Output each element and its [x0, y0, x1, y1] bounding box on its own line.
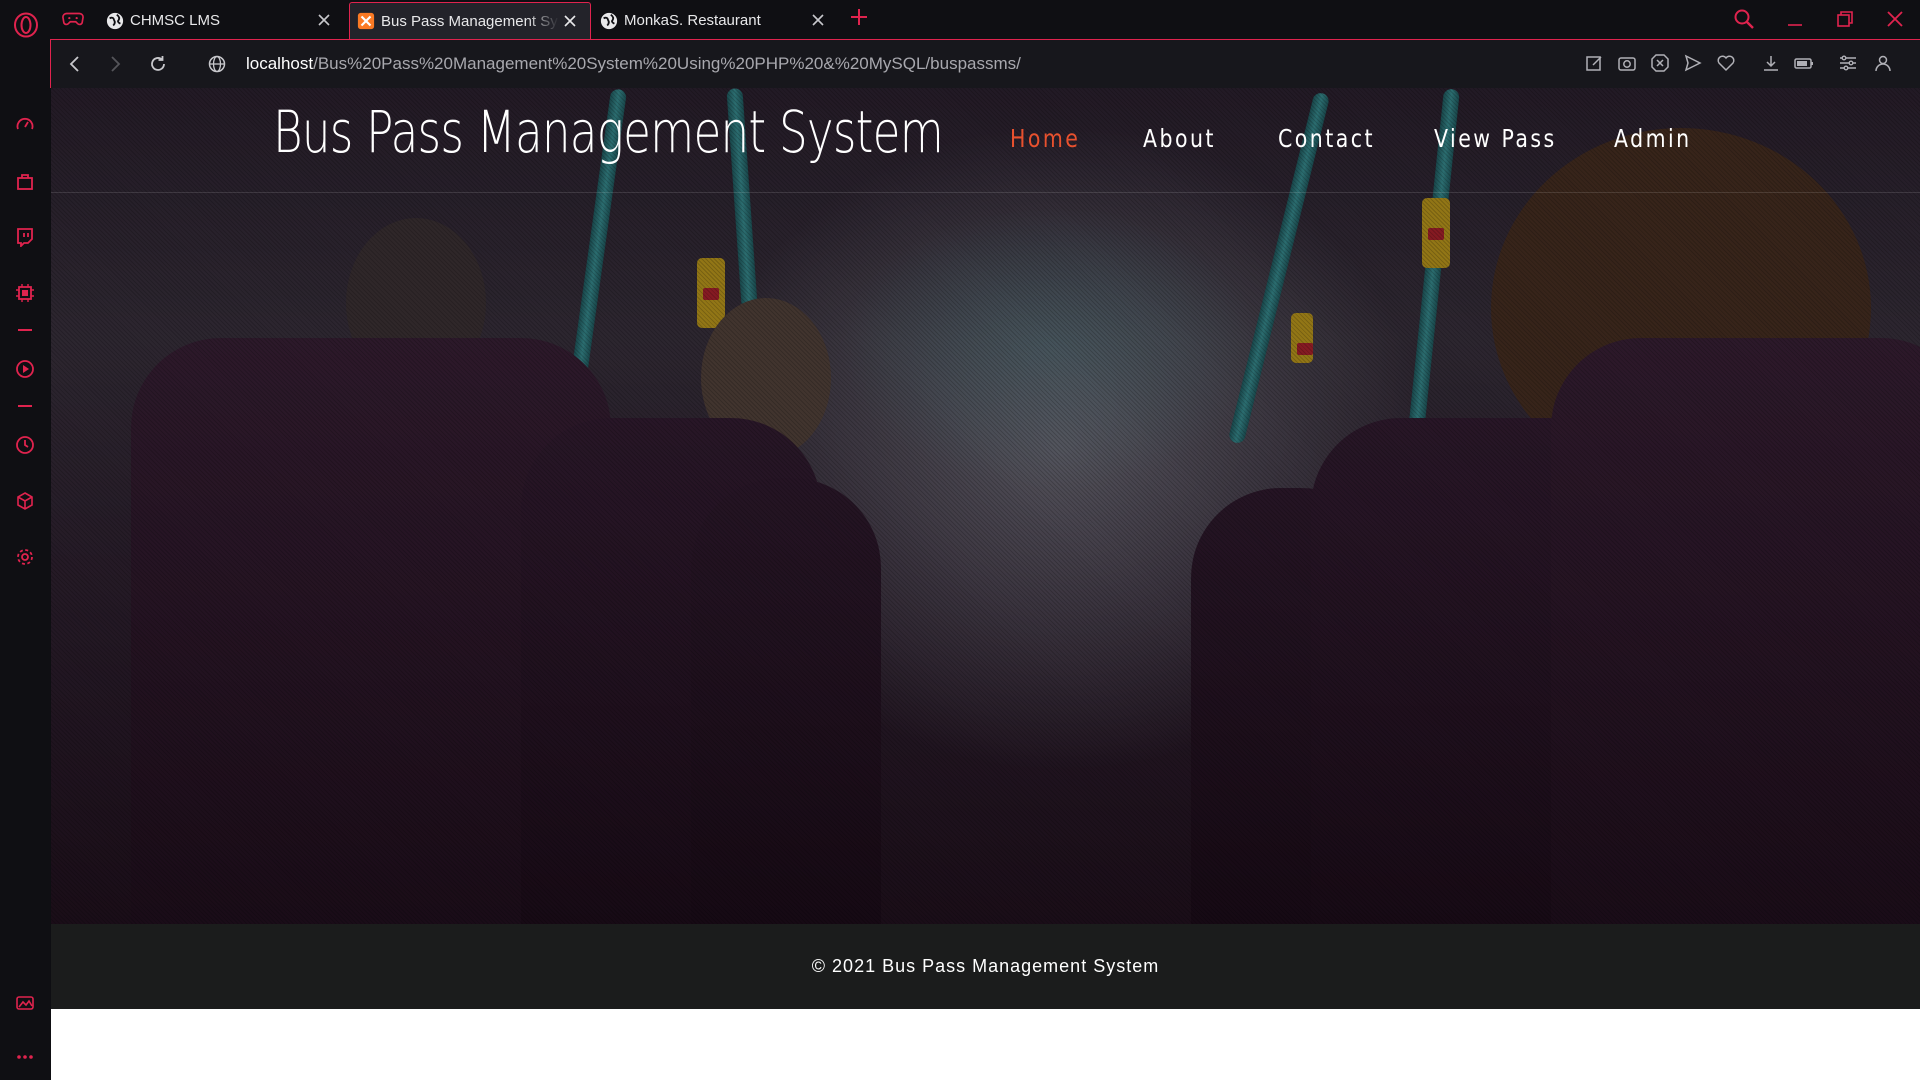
- settings-icon[interactable]: [14, 546, 36, 568]
- player-icon[interactable]: [14, 358, 36, 380]
- history-icon[interactable]: [14, 434, 36, 456]
- download-icon[interactable]: [1761, 53, 1781, 73]
- nav-view-pass[interactable]: View Pass: [1434, 124, 1557, 153]
- url-path: /Bus%20Pass%20Management%20System%20Usin…: [313, 54, 1021, 73]
- minimize-icon[interactable]: [1784, 8, 1806, 30]
- easy-setup-icon[interactable]: [1838, 53, 1858, 73]
- opera-logo-icon[interactable]: [13, 12, 39, 38]
- site-header: Bus Pass Management System Home About Co…: [51, 88, 1920, 193]
- twitch-icon[interactable]: [14, 226, 36, 248]
- tab-bus-pass-management[interactable]: Bus Pass Management System: [349, 2, 591, 39]
- bookmark-heart-icon[interactable]: [1716, 53, 1736, 73]
- globe-icon: [600, 12, 618, 29]
- restore-icon[interactable]: [1834, 8, 1856, 30]
- xampp-icon: [357, 12, 375, 30]
- close-window-icon[interactable]: [1884, 8, 1906, 30]
- more-icon[interactable]: [14, 1046, 36, 1068]
- send-icon[interactable]: [1683, 53, 1703, 73]
- back-icon[interactable]: [65, 54, 85, 74]
- game-controller-icon[interactable]: [14, 282, 36, 304]
- url-field[interactable]: localhost/Bus%20Pass%20Management%20Syst…: [246, 54, 1021, 74]
- hero-banner-image: Bus Pass Management System Home About Co…: [51, 88, 1920, 924]
- url-host: localhost: [246, 54, 314, 73]
- sidebar-separator: [18, 329, 32, 331]
- search-tabs-icon[interactable]: [1733, 8, 1755, 30]
- footer-copyright: © 2021 Bus Pass Management System: [811, 956, 1160, 976]
- extensions-icon[interactable]: [14, 490, 36, 512]
- nav-contact[interactable]: Contact: [1278, 124, 1375, 153]
- speed-dial-icon[interactable]: [14, 114, 36, 136]
- forward-icon[interactable]: [105, 54, 125, 74]
- tab-title: MonkaS. Restaurant: [624, 12, 761, 29]
- nav-home[interactable]: Home: [1010, 124, 1080, 153]
- shopping-bag-icon[interactable]: [14, 170, 36, 192]
- battery-icon[interactable]: [1794, 53, 1814, 73]
- nav-about[interactable]: About: [1143, 124, 1216, 153]
- nav-admin[interactable]: Admin: [1614, 124, 1692, 153]
- browser-sidebar: [0, 0, 50, 1080]
- close-tab-icon[interactable]: [562, 13, 578, 29]
- gamepad-icon[interactable]: [62, 9, 84, 29]
- tab-title: CHMSC LMS: [130, 12, 221, 29]
- tab-monkas-restaurant[interactable]: MonkaS. Restaurant: [600, 2, 838, 39]
- globe-icon: [106, 12, 124, 29]
- hero-overlay: [51, 88, 1920, 924]
- reload-icon[interactable]: [148, 54, 168, 74]
- address-bar: localhost/Bus%20Pass%20Management%20Syst…: [50, 39, 1920, 88]
- camera-icon[interactable]: [1617, 53, 1637, 73]
- tab-chmsc-lms[interactable]: CHMSC LMS: [106, 2, 344, 39]
- close-tab-icon[interactable]: [810, 12, 826, 28]
- site-footer: © 2021 Bus Pass Management System: [51, 924, 1920, 1009]
- snap-edit-icon[interactable]: [1584, 53, 1604, 73]
- new-tab-icon[interactable]: [849, 7, 869, 27]
- account-icon[interactable]: [1873, 53, 1893, 73]
- photo-icon[interactable]: [14, 992, 36, 1014]
- adblock-icon[interactable]: [1650, 53, 1670, 73]
- tab-title: Bus Pass Management System: [381, 12, 559, 30]
- tab-bar: CHMSC LMS Bus Pass Management System Mon…: [0, 0, 1920, 39]
- site-title[interactable]: Bus Pass Management System: [273, 98, 944, 166]
- close-tab-icon[interactable]: [316, 12, 332, 28]
- page-viewport: Bus Pass Management System Home About Co…: [51, 88, 1920, 1080]
- site-info-icon[interactable]: [207, 54, 227, 74]
- sidebar-separator: [18, 405, 32, 407]
